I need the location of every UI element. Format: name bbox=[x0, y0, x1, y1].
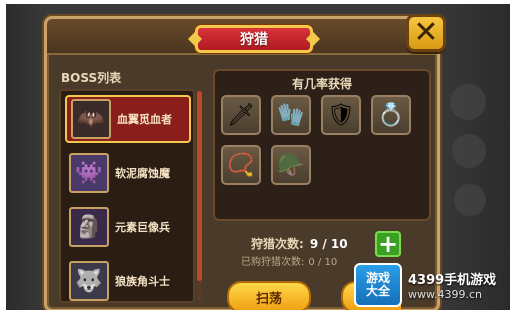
boss-list-title: BOSS列表 bbox=[61, 71, 122, 85]
watermark-text: 4399手机游戏 www.4399.cn bbox=[408, 269, 496, 301]
close-button[interactable]: ✕ bbox=[406, 14, 446, 52]
bought-count-value: 0 / 10 bbox=[308, 257, 338, 268]
hunt-count-row: 狩猎次数: 9 / 10 bbox=[251, 235, 348, 252]
add-hunt-count-button[interactable]: + bbox=[375, 231, 401, 257]
boss-portrait-icon: 🗿 bbox=[69, 207, 109, 247]
bracer-icon[interactable]: 🧤 bbox=[271, 95, 311, 135]
boss-portrait-icon: 🦇 bbox=[71, 99, 111, 139]
boss-list: 🦇 血翼觅血者 👾 软泥腐蚀魔 🗿 元素巨像兵 🐺 狼族角斗士 bbox=[59, 89, 195, 303]
boss-list-scrollbar[interactable] bbox=[197, 91, 202, 301]
ring-icon[interactable]: 💍 bbox=[371, 95, 411, 135]
boss-portrait-icon: 👾 bbox=[69, 153, 109, 193]
hunt-count-value: 9 / 10 bbox=[309, 237, 348, 251]
scroll-thumb[interactable] bbox=[197, 91, 202, 281]
boss-name: 软泥腐蚀魔 bbox=[115, 167, 170, 180]
background-left-panel bbox=[6, 4, 46, 310]
boss-text: 狼族角斗士 bbox=[115, 273, 170, 289]
watermark-logo: 游戏 大全 bbox=[354, 263, 402, 307]
drop-panel: 有几率获得 🗡 🧤 🛡 💍 📿 🪖 bbox=[213, 69, 431, 221]
dialog-title: 狩猎 bbox=[195, 25, 313, 53]
boss-list-item[interactable]: 🗿 元素巨像兵 bbox=[65, 203, 191, 251]
watermark-logo-line2: 大全 bbox=[365, 284, 390, 298]
boss-name: 狼族角斗士 bbox=[115, 275, 170, 288]
boss-text: 软泥腐蚀魔 bbox=[115, 165, 170, 181]
sweep-button[interactable]: 扫荡 bbox=[227, 281, 311, 310]
watermark-line1: 4399手机游戏 bbox=[408, 273, 497, 288]
watermark: 游戏 大全 4399手机游戏 www.4399.cn bbox=[354, 260, 510, 310]
watermark-line2: www.4399.cn bbox=[408, 288, 482, 301]
boss-name: 血翼觅血者 bbox=[117, 113, 172, 126]
winged-helm-icon[interactable]: 🪖 bbox=[271, 145, 311, 185]
sword-icon[interactable]: 🗡 bbox=[221, 95, 261, 135]
boss-list-item[interactable]: 🐺 狼族角斗士 bbox=[65, 257, 191, 301]
boss-portrait-icon: 🐺 bbox=[69, 261, 109, 301]
boss-text: 血翼觅血者 bbox=[117, 111, 172, 127]
boss-text: 元素巨像兵 bbox=[115, 219, 170, 235]
drop-title: 有几率获得 bbox=[291, 77, 352, 91]
boss-list-item[interactable]: 🦇 血翼觅血者 bbox=[65, 95, 191, 143]
game-screen: 狩猎 BOSS列表 🦇 血翼觅血者 👾 软泥腐蚀魔 🗿 元素巨像兵 🐺 狼族角斗士 有几率获得… bbox=[6, 4, 510, 310]
boss-name: 元素巨像兵 bbox=[115, 221, 170, 234]
boss-list-panel: BOSS列表 🦇 血翼觅血者 👾 软泥腐蚀魔 🗿 元素巨像兵 🐺 狼族角斗士 bbox=[57, 67, 203, 303]
bought-count-label: 已购狩猎次数: bbox=[241, 257, 305, 268]
hunt-count-label: 狩猎次数: bbox=[251, 237, 304, 251]
boss-list-item[interactable]: 👾 软泥腐蚀魔 bbox=[65, 149, 191, 197]
dialog-header: 狩猎 bbox=[47, 19, 437, 55]
shield-icon[interactable]: 🛡 bbox=[321, 95, 361, 135]
amulet-icon[interactable]: 📿 bbox=[221, 145, 261, 185]
bought-count-row: 已购狩猎次数: 0 / 10 bbox=[241, 253, 337, 268]
